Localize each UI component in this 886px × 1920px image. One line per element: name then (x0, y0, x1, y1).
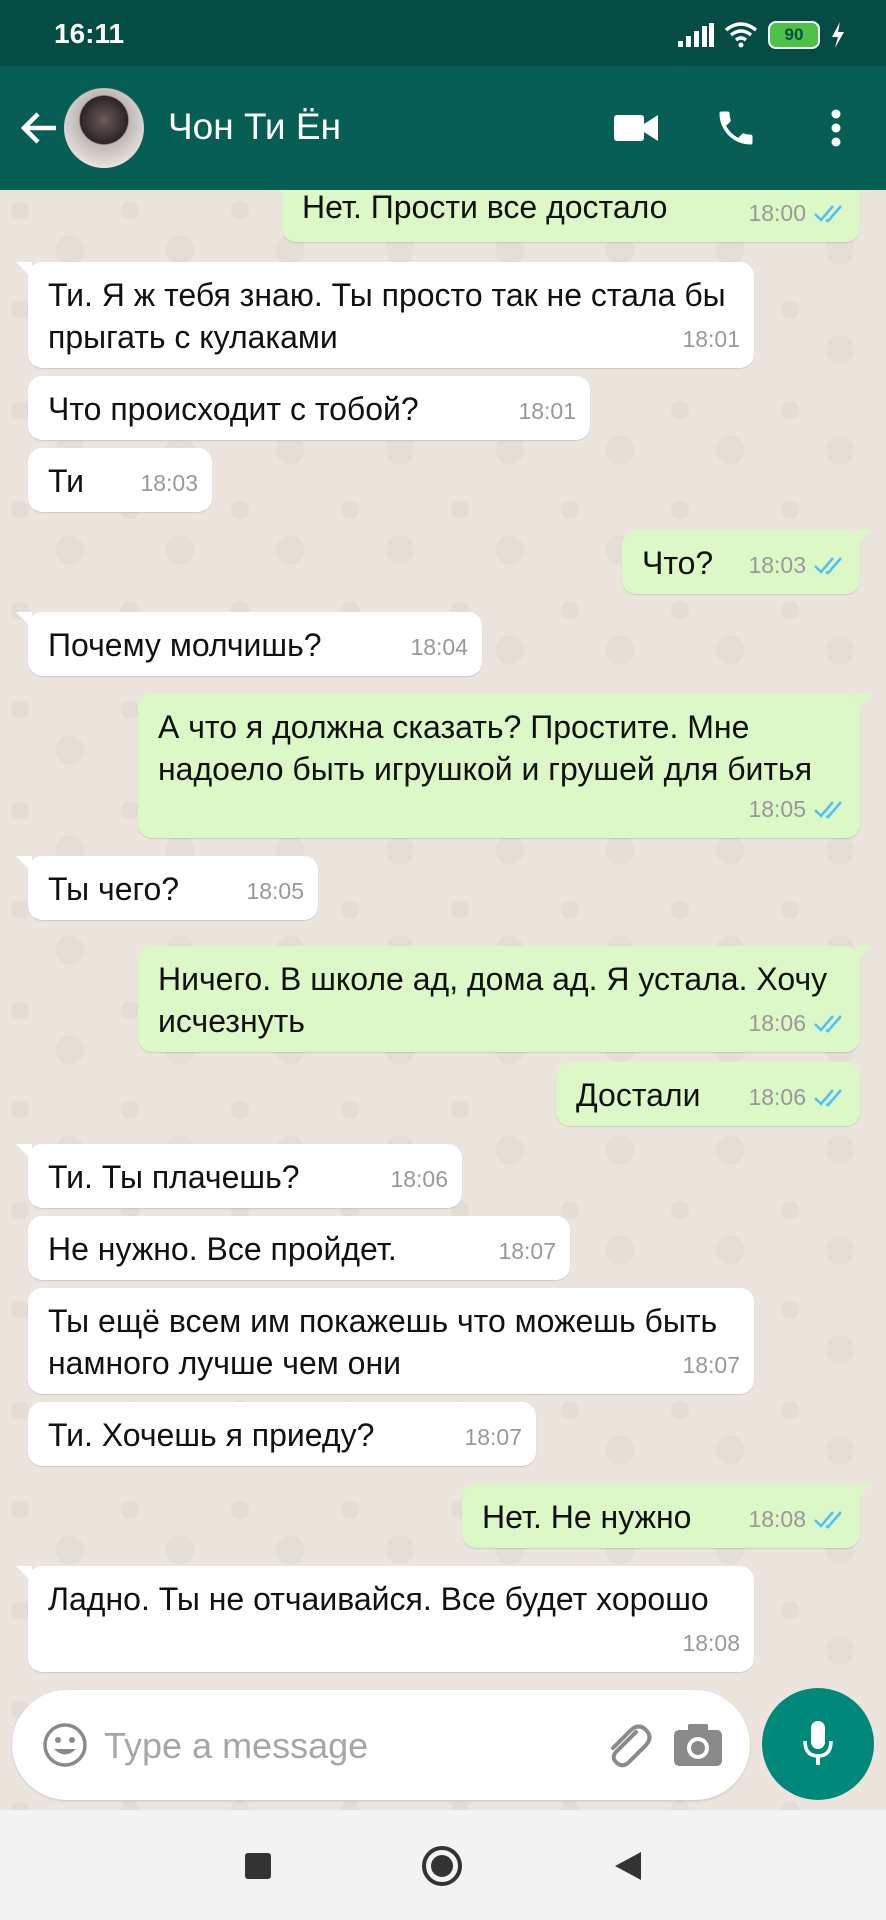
message-meta: 18:01 (518, 390, 576, 432)
message-text: Ти (48, 463, 85, 499)
message-meta: 18:01 (682, 318, 740, 360)
message-text: Ничего. В школе ад, дома ад. Я устала. Х… (158, 961, 828, 1039)
message-meta: 18:06 (748, 1002, 846, 1044)
voice-call-icon[interactable] (708, 100, 764, 156)
status-time: 16:11 (54, 18, 125, 49)
message-meta: 18:07 (464, 1416, 522, 1458)
chat-area[interactable]: Нет. Прости все достало 18:00 Ти. Я ж те… (0, 190, 886, 1810)
circle-icon (422, 1846, 462, 1886)
message-time: 18:06 (748, 1084, 806, 1110)
message-bubble[interactable]: Ничего. В школе ад, дома ад. Я устала. Х… (138, 946, 872, 1052)
message-text: Ти. Хочешь я приеду? (48, 1417, 375, 1453)
system-navigation-bar (0, 1810, 886, 1920)
message-bubble[interactable]: Ти. Я ж тебя знаю. Ты просто так не стал… (16, 262, 754, 368)
message-bubble[interactable]: А что я должна сказать? Простите. Мне на… (138, 694, 872, 838)
signal-icon (678, 23, 714, 47)
message-time: 18:06 (748, 1010, 806, 1036)
message-meta: 18:00 (748, 192, 846, 234)
message-time: 18:01 (682, 326, 740, 352)
message-time: 18:08 (748, 1506, 806, 1532)
wifi-icon (724, 22, 758, 48)
message-bubble[interactable]: Ти. Ты плачешь? 18:06 (16, 1144, 462, 1208)
mic-icon (803, 1721, 833, 1765)
message-meta: 18:03 (748, 544, 846, 586)
status-bar: 16:11 90 (0, 0, 886, 66)
message-text: Что? (642, 545, 714, 581)
message-bubble[interactable]: Ладно. Ты не отчаивайся. Все будет хорош… (16, 1566, 754, 1672)
read-ticks-icon (814, 1089, 842, 1107)
message-bubble[interactable]: Ты чего? 18:05 (16, 856, 318, 920)
video-call-icon[interactable] (608, 100, 664, 156)
message-text: Нет. Не нужно (482, 1499, 692, 1535)
message-text: Ти. Я ж тебя знаю. Ты просто так не стал… (48, 277, 726, 355)
recents-button[interactable] (228, 1836, 288, 1896)
message-time: 18:03 (140, 470, 198, 496)
home-button[interactable] (412, 1836, 472, 1896)
read-ticks-icon (814, 801, 842, 819)
message-text: Почему молчишь? (48, 627, 322, 663)
message-time: 18:08 (682, 1630, 740, 1656)
message-time: 18:03 (748, 552, 806, 578)
message-time: 18:07 (682, 1352, 740, 1378)
message-time: 18:01 (518, 398, 576, 424)
message-bubble[interactable]: Нет. Не нужно 18:08 (462, 1484, 872, 1548)
message-text: Что происходит с тобой? (48, 391, 419, 427)
message-text: Ты чего? (48, 871, 180, 907)
message-meta: 18:03 (140, 462, 198, 504)
more-options-icon[interactable] (808, 100, 864, 156)
attach-icon[interactable] (600, 1718, 654, 1772)
message-text: Ладно. Ты не отчаивайся. Все будет хорош… (48, 1581, 709, 1617)
message-time: 18:00 (748, 200, 806, 226)
message-bubble[interactable]: Достали 18:06 (556, 1062, 860, 1126)
message-meta: 18:04 (410, 626, 468, 668)
emoji-icon[interactable] (40, 1720, 90, 1770)
charging-icon (832, 22, 844, 48)
message-meta: 18:05 (246, 870, 304, 912)
message-meta: 18:07 (682, 1344, 740, 1386)
message-text: А что я должна сказать? Простите. Мне на… (158, 709, 813, 787)
message-bubble[interactable]: Нет. Прости все достало 18:00 (282, 190, 860, 242)
battery-icon: 90 (768, 21, 820, 49)
read-ticks-icon (814, 1015, 842, 1033)
message-time: 18:04 (410, 634, 468, 660)
message-meta: 18:08 (682, 1622, 740, 1664)
message-input[interactable] (102, 1716, 586, 1776)
message-text: Не нужно. Все пройдет. (48, 1231, 397, 1267)
message-bubble[interactable]: Не нужно. Все пройдет. 18:07 (28, 1216, 570, 1280)
message-meta: 18:07 (498, 1230, 556, 1272)
message-bubble[interactable]: Что? 18:03 (622, 530, 872, 594)
read-ticks-icon (814, 205, 842, 223)
message-meta: 18:05 (748, 788, 846, 830)
message-bubble[interactable]: Ти. Хочешь я приеду? 18:07 (28, 1402, 536, 1466)
read-ticks-icon (814, 1511, 842, 1529)
message-text: Ты ещё всем им покажешь что можешь быть … (48, 1303, 718, 1381)
message-time: 18:06 (390, 1166, 448, 1192)
message-bubble[interactable]: Ты ещё всем им покажешь что можешь быть … (28, 1288, 754, 1394)
message-meta: 18:06 (748, 1076, 846, 1118)
message-meta: 18:08 (748, 1498, 846, 1540)
mic-button[interactable] (762, 1688, 874, 1800)
message-time: 18:07 (464, 1424, 522, 1450)
read-ticks-icon (814, 557, 842, 575)
message-meta: 18:06 (390, 1158, 448, 1200)
message-text: Ти. Ты плачешь? (48, 1159, 300, 1195)
message-text: Нет. Прости все достало (302, 190, 668, 225)
message-time: 18:05 (748, 796, 806, 822)
square-icon (245, 1853, 271, 1879)
chat-header: Чон Ти Ён (0, 66, 886, 190)
status-icons: 90 (678, 20, 846, 50)
message-composer (12, 1690, 750, 1800)
message-time: 18:07 (498, 1238, 556, 1264)
message-time: 18:05 (246, 878, 304, 904)
triangle-icon (615, 1852, 641, 1880)
camera-icon[interactable] (672, 1720, 724, 1770)
message-bubble[interactable]: Ти 18:03 (28, 448, 212, 512)
message-bubble[interactable]: Почему молчишь? 18:04 (16, 612, 482, 676)
back-arrow-icon[interactable] (16, 104, 64, 152)
message-bubble[interactable]: Что происходит с тобой? 18:01 (28, 376, 590, 440)
message-text: Достали (576, 1077, 701, 1113)
avatar[interactable] (64, 88, 144, 168)
contact-name[interactable]: Чон Ти Ён (168, 106, 341, 148)
back-button[interactable] (598, 1836, 658, 1896)
